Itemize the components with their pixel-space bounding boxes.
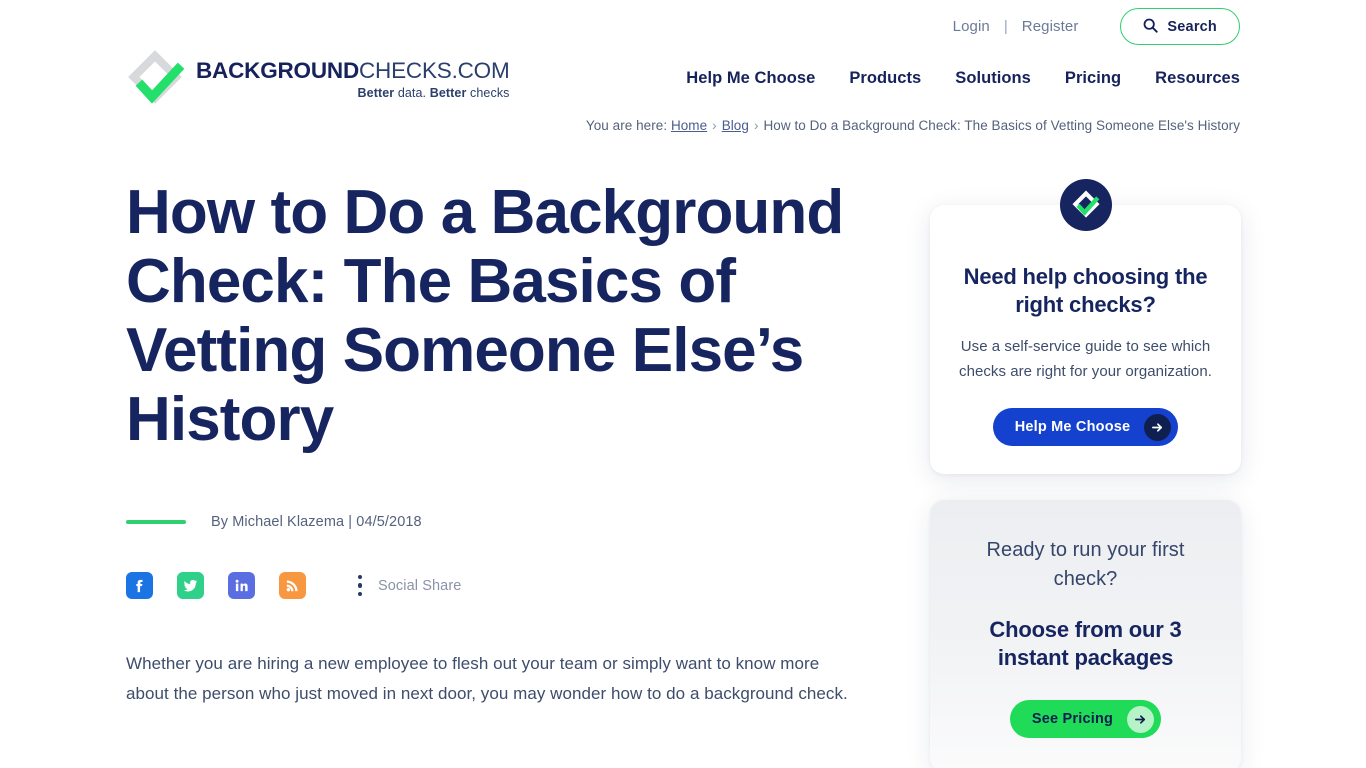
- utility-bar-inner: Login | Register Search: [939, 8, 1240, 45]
- byline-rule: [126, 520, 186, 524]
- facebook-icon[interactable]: [126, 572, 153, 599]
- page-root: Login | Register Search BACKGROUNDCHECKS…: [0, 0, 1366, 768]
- search-icon: [1143, 18, 1159, 36]
- logo-tagline: Better data. Better checks: [196, 86, 510, 100]
- site-logo[interactable]: BACKGROUNDCHECKS.COM Better data. Better…: [126, 50, 510, 110]
- breadcrumb-current: How to Do a Background Check: The Basics…: [763, 118, 1240, 133]
- byline: By Michael Klazema | 04/5/2018: [126, 514, 856, 530]
- help-choosing-card: Need help choosing the right checks? Use…: [930, 179, 1241, 474]
- more-vertical-icon[interactable]: [350, 574, 370, 597]
- twitter-icon[interactable]: [177, 572, 204, 599]
- byline-text: By Michael Klazema | 04/5/2018: [211, 514, 422, 530]
- help-card-title: Need help choosing the right checks?: [963, 264, 1208, 317]
- logo-tagline-mid: data.: [394, 86, 430, 100]
- breadcrumb-arrow-1: ›: [712, 118, 717, 133]
- arrow-right-icon: [1127, 705, 1155, 733]
- nav-item-resources[interactable]: Resources: [1138, 69, 1240, 88]
- pricing-card-title: Choose from our 3 instant packages: [989, 617, 1182, 670]
- search-button-label: Search: [1167, 18, 1217, 35]
- dot-2: [357, 583, 363, 588]
- breadcrumb-arrow-2: ›: [753, 118, 759, 133]
- sidebar: Need help choosing the right checks? Use…: [930, 179, 1241, 768]
- login-link[interactable]: Login: [939, 17, 1004, 37]
- logo-tagline-strong-1: Better: [357, 86, 395, 100]
- diamond-check-logo-icon: [126, 50, 188, 110]
- logo-tagline-end: checks: [466, 86, 510, 100]
- main-navigation: Help Me Choose Products Solutions Pricin…: [669, 69, 1240, 88]
- logo-wordmark: BACKGROUNDCHECKS.COM Better data. Better…: [196, 50, 510, 100]
- article-column: How to Do a Background Check: The Basics…: [126, 178, 856, 708]
- breadcrumb-link-home[interactable]: Home: [671, 118, 707, 133]
- social-share-bar: Social Share: [126, 572, 856, 599]
- register-link[interactable]: Register: [1008, 17, 1093, 37]
- breadcrumb-prefix: You are here:: [585, 118, 668, 133]
- help-me-choose-button[interactable]: Help Me Choose: [992, 408, 1179, 446]
- logo-brand-light: CHECKS.COM: [359, 58, 510, 83]
- help-me-choose-button-label: Help Me Choose: [1014, 419, 1131, 435]
- dot-1: [357, 574, 363, 580]
- nav-item-products[interactable]: Products: [832, 69, 938, 88]
- rss-icon[interactable]: [279, 572, 306, 599]
- nav-item-help-me-choose[interactable]: Help Me Choose: [669, 69, 832, 88]
- social-share-label: Social Share: [378, 577, 462, 594]
- article-body-paragraph: Whether you are hiring a new employee to…: [126, 654, 848, 703]
- help-card-subtitle: Use a self-service guide to see which ch…: [959, 338, 1212, 380]
- dot-3: [357, 591, 363, 597]
- pricing-card: Ready to run your first check? Choose fr…: [930, 500, 1241, 768]
- page-title: How to Do a Background Check: The Basics…: [126, 178, 844, 454]
- breadcrumb: You are here: Home › Blog › How to Do a Back…: [586, 118, 1240, 133]
- diamond-check-badge-icon: [1059, 179, 1112, 231]
- breadcrumb-link-blog[interactable]: Blog: [722, 118, 749, 133]
- logo-brand-bold: BACKGROUND: [196, 58, 359, 83]
- utility-bar: Login | Register Search: [0, 0, 1366, 56]
- nav-item-pricing[interactable]: Pricing: [1048, 69, 1138, 88]
- see-pricing-button[interactable]: See Pricing: [1009, 700, 1162, 738]
- nav-item-solutions[interactable]: Solutions: [938, 69, 1048, 88]
- pricing-card-kicker: Ready to run your first check?: [986, 539, 1185, 590]
- linkedin-icon[interactable]: [228, 572, 255, 599]
- logo-tagline-strong-2: Better: [429, 86, 467, 100]
- see-pricing-button-label: See Pricing: [1031, 711, 1114, 727]
- search-button[interactable]: Search: [1120, 8, 1240, 45]
- arrow-right-icon: [1144, 413, 1172, 441]
